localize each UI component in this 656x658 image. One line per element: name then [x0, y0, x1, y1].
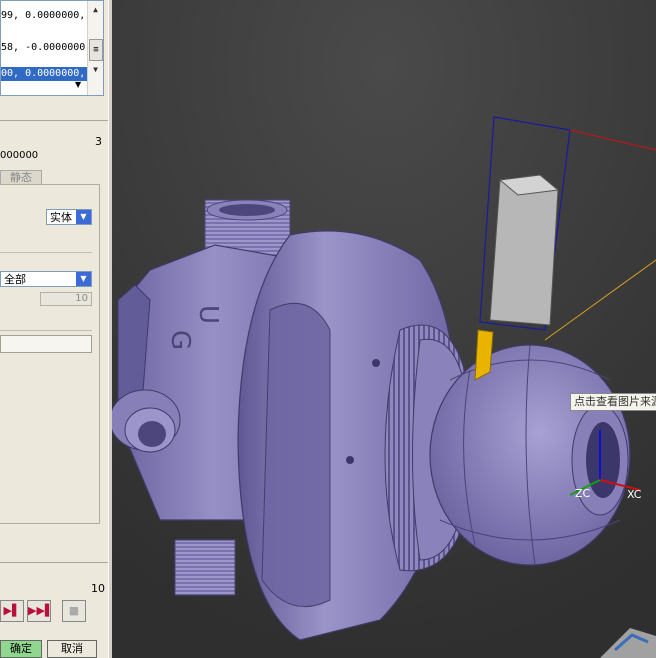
scroll-thumb[interactable]: ≡	[89, 39, 103, 61]
side-port	[112, 389, 181, 453]
axis-label-zc: ZC	[575, 487, 591, 500]
step-forward-icon: ▶▌	[3, 604, 21, 617]
cancel-button[interactable]: 取消	[47, 640, 97, 658]
bottom-fitting	[174, 539, 236, 596]
display-mode-select[interactable]: 实体 ▼	[46, 209, 92, 225]
list-item-selected[interactable]: 00, 0.0000000, 1.0	[1, 67, 87, 81]
divider	[0, 330, 92, 331]
settings-group	[0, 184, 100, 524]
listbox-scrollbar[interactable]: ▲ ≡ ▼	[87, 1, 103, 95]
engraving-g: G	[165, 330, 195, 350]
playback-count: 10	[91, 582, 105, 595]
speed-slider[interactable]	[0, 335, 92, 353]
stop-icon: ■	[68, 604, 80, 617]
coordinate-listbox[interactable]: 99, 0.0000000, 1.0 58, -0.0000000, -1 00…	[0, 0, 104, 96]
count-label: 3	[95, 135, 102, 148]
value-readout: 000000	[0, 150, 39, 161]
stop-button[interactable]: ■	[62, 600, 86, 622]
graphics-viewport[interactable]: U G ZC XC	[112, 0, 656, 658]
number-field[interactable]: 10	[40, 292, 92, 306]
axis-label-xc: XC	[627, 488, 642, 501]
fast-forward-icon: ▶▶▌	[28, 604, 54, 617]
divider	[0, 562, 108, 563]
ok-button[interactable]: 确定	[0, 640, 42, 658]
scope-value: 全部	[4, 273, 26, 286]
scope-select[interactable]: 全部 ▼	[0, 271, 92, 287]
scroll-down-icon[interactable]: ▼	[88, 63, 103, 77]
chevron-down-icon[interactable]: ▼	[76, 210, 91, 224]
list-item[interactable]: 58, -0.0000000, -1	[1, 41, 87, 55]
divider	[0, 120, 108, 121]
scroll-down-arrow-icon: ▼	[75, 80, 82, 89]
display-mode-value: 实体	[50, 211, 72, 224]
scroll-up-icon[interactable]: ▲	[88, 3, 103, 17]
list-item[interactable]: 99, 0.0000000, 1.0	[1, 9, 87, 23]
fast-forward-button[interactable]: ▶▶▌	[27, 600, 54, 622]
step-forward-button[interactable]: ▶▌	[0, 600, 24, 622]
operation-panel: 99, 0.0000000, 1.0 58, -0.0000000, -1 00…	[0, 0, 109, 658]
engraving-u: U	[193, 305, 223, 324]
chevron-down-icon[interactable]: ▼	[76, 272, 91, 286]
image-source-tooltip[interactable]: 点击查看图片来源	[570, 393, 656, 411]
divider	[0, 252, 92, 253]
